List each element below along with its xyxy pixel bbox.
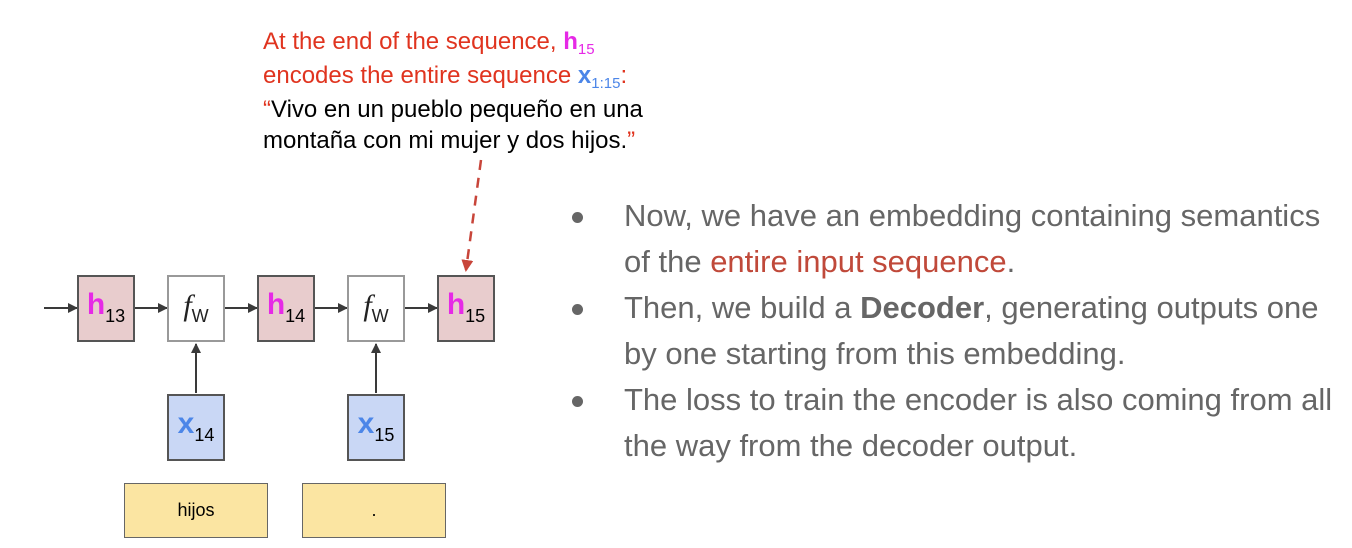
bullet-dot-icon	[572, 396, 583, 407]
function-node-fw-1: fW	[167, 275, 225, 342]
bullet-item-1: Now, we have an embedding containing sem…	[560, 193, 1340, 285]
word-box-period: .	[302, 483, 446, 538]
h15-symbol: h	[446, 287, 466, 321]
bullet1-text-b: .	[1006, 244, 1016, 279]
input-node-x14: x 14	[167, 394, 225, 461]
bullet2-bold: Decoder	[860, 290, 985, 325]
bullet2-text-a: Then, we build a	[624, 290, 861, 325]
hidden-state-h14: h 14	[257, 275, 315, 342]
hidden-state-h13: h 13	[77, 275, 135, 342]
function-node-fw-2: fW	[347, 275, 405, 342]
fw1-subscript: W	[191, 306, 209, 326]
word-hijos-text: hijos	[177, 500, 215, 520]
h13-subscript: 13	[105, 306, 126, 326]
x15-symbol: x	[357, 406, 375, 440]
fw2-symbol: f	[363, 288, 372, 322]
x14-subscript: 14	[194, 425, 215, 445]
input-node-x15: x 15	[347, 394, 405, 461]
fw2-subscript: W	[371, 306, 389, 326]
hidden-state-h15: h 15	[437, 275, 495, 342]
bullet-list: Now, we have an embedding containing sem…	[560, 193, 1340, 469]
word-box-hijos: hijos	[124, 483, 268, 538]
bullet3-text: The loss to train the encoder is also co…	[624, 382, 1333, 463]
bullet1-highlight: entire input sequence	[710, 244, 1007, 279]
bullet-item-3: The loss to train the encoder is also co…	[560, 377, 1340, 469]
h15-subscript: 15	[465, 306, 486, 326]
h14-subscript: 14	[285, 306, 306, 326]
h13-symbol: h	[86, 287, 106, 321]
bullet-dot-icon	[572, 304, 583, 315]
annotation-dashed-arrow	[461, 159, 483, 272]
x15-subscript: 15	[374, 425, 395, 445]
bullet-dot-icon	[572, 212, 583, 223]
bullet-item-2: Then, we build a Decoder, generating out…	[560, 285, 1340, 377]
word-period-text: .	[371, 500, 377, 520]
h14-symbol: h	[266, 287, 286, 321]
x14-symbol: x	[177, 406, 195, 440]
fw1-symbol: f	[183, 288, 192, 322]
